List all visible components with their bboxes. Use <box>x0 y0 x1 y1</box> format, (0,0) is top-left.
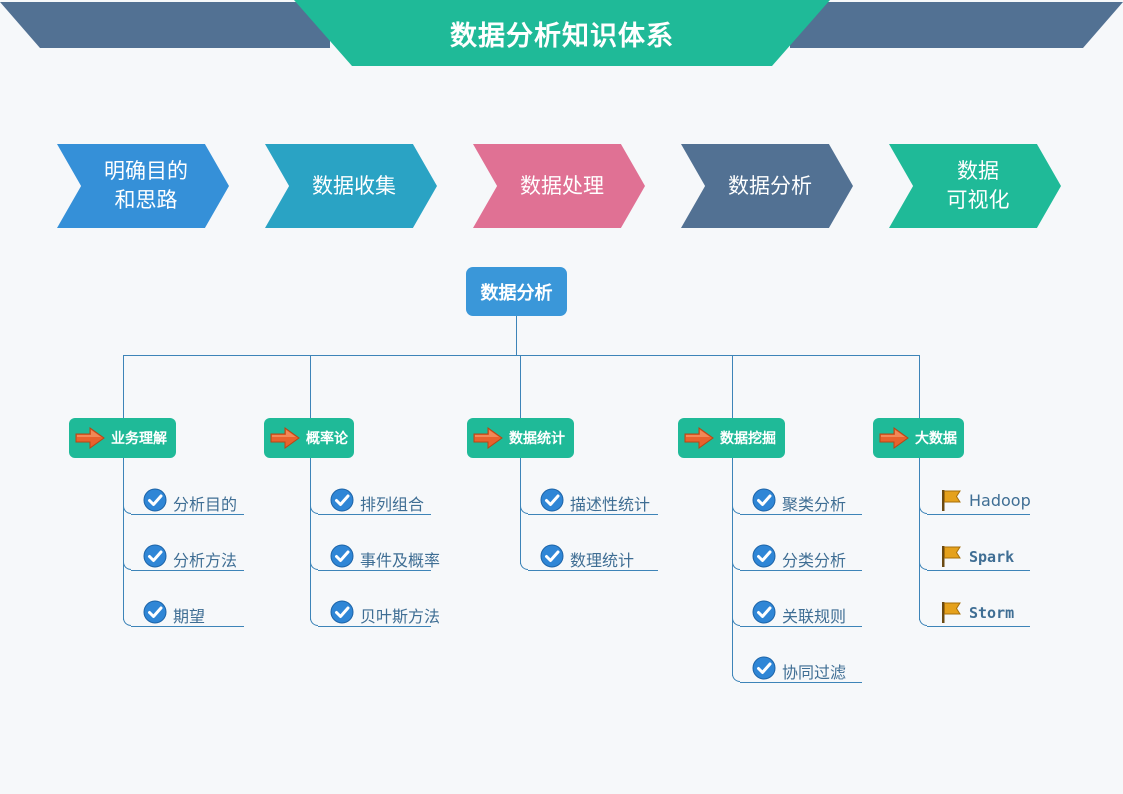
leaf-node: Spark <box>919 543 1030 571</box>
leaf-label: 期望 <box>173 607 206 626</box>
leaf-underline <box>927 570 1030 571</box>
process-step-label: 明确目的 和思路 <box>104 159 188 212</box>
leaf-label: Storm <box>969 604 1015 622</box>
arrow-right-icon <box>473 427 503 449</box>
leaf-connector <box>732 487 740 514</box>
leaf-label: 数理统计 <box>570 551 635 570</box>
leaf-node: 描述性统计 <box>520 487 658 515</box>
check-circle-icon <box>143 488 167 512</box>
process-step-label: 数据 可视化 <box>946 159 1010 212</box>
header-band-left <box>0 2 330 48</box>
check-circle-icon <box>540 544 564 568</box>
leaf-connector <box>310 599 318 626</box>
branch-trunk <box>732 355 733 676</box>
page-title: 数据分析知识体系 <box>294 0 830 66</box>
branch-label: 数据统计 <box>509 431 565 447</box>
process-step-1: 明确目的 和思路 <box>57 144 229 228</box>
leaf-connector <box>919 487 927 514</box>
branch-label: 大数据 <box>915 431 957 447</box>
check-circle-icon <box>752 600 776 624</box>
flag-icon <box>942 602 961 623</box>
leaf-label: 排列组合 <box>360 495 425 514</box>
check-circle-icon <box>752 544 776 568</box>
leaf-connector <box>520 487 528 514</box>
root-node: 数据分析 <box>466 267 567 316</box>
leaf-connector <box>919 599 927 626</box>
branch-node: 数据挖掘 <box>678 418 785 458</box>
flag-icon <box>942 490 961 511</box>
leaf-node: 事件及概率 <box>310 543 440 571</box>
root-connector <box>516 316 517 355</box>
arrow-right-icon <box>879 427 909 449</box>
arrow-right-icon <box>684 427 714 449</box>
process-step-label: 数据处理 <box>520 173 604 198</box>
check-circle-icon <box>330 544 354 568</box>
leaf-connector <box>919 543 927 570</box>
leaf-connector <box>520 543 528 570</box>
branch-node: 概率论 <box>264 418 354 458</box>
leaf-label: 描述性统计 <box>570 495 651 514</box>
leaf-connector <box>310 487 318 514</box>
leaf-label: 贝叶斯方法 <box>360 607 441 626</box>
process-step-label: 数据收集 <box>312 173 396 198</box>
leaf-node: Hadoop <box>919 487 1031 515</box>
leaf-node: 聚类分析 <box>732 487 862 515</box>
diagram-canvas: 数据分析知识体系 明确目的 和思路 数据收集 数据处理 数据分析 数据 可视化 数据分析… <box>0 0 1123 794</box>
branch-label: 业务理解 <box>111 431 167 447</box>
arrow-right-icon <box>270 427 300 449</box>
process-step-5: 数据 可视化 <box>889 144 1061 228</box>
leaf-label: Hadoop <box>969 491 1031 510</box>
leaf-connector <box>310 543 318 570</box>
leaf-node: 分析目的 <box>123 487 244 515</box>
leaf-node: 排列组合 <box>310 487 431 515</box>
branch-label: 概率论 <box>306 431 348 447</box>
leaf-connector <box>123 599 131 626</box>
process-step-label: 数据分析 <box>728 173 812 198</box>
leaf-node: 协同过滤 <box>732 655 862 683</box>
check-circle-icon <box>752 656 776 680</box>
leaf-node: Storm <box>919 599 1030 627</box>
arrow-right-icon <box>75 427 105 449</box>
leaf-label: 分析目的 <box>173 495 238 514</box>
branch-node: 数据统计 <box>467 418 574 458</box>
leaf-connector <box>732 599 740 626</box>
process-step-3: 数据处理 <box>473 144 645 228</box>
branch-node: 业务理解 <box>69 418 176 458</box>
flag-icon <box>942 546 961 567</box>
check-circle-icon <box>752 488 776 512</box>
leaf-node: 期望 <box>123 599 244 627</box>
branch-trunk <box>520 355 521 564</box>
leaf-node: 分类分析 <box>732 543 862 571</box>
header-band-right <box>790 2 1123 48</box>
leaf-node: 数理统计 <box>520 543 658 571</box>
branch-node: 大数据 <box>873 418 964 458</box>
leaf-node: 关联规则 <box>732 599 862 627</box>
check-circle-icon <box>143 600 167 624</box>
leaf-connector <box>732 543 740 570</box>
leaf-connector <box>123 487 131 514</box>
branch-label: 数据挖掘 <box>720 431 776 447</box>
process-step-4: 数据分析 <box>681 144 853 228</box>
leaf-underline <box>927 514 1030 515</box>
check-circle-icon <box>330 600 354 624</box>
leaf-node: 贝叶斯方法 <box>310 599 440 627</box>
leaf-label: 分析方法 <box>173 551 238 570</box>
check-circle-icon <box>330 488 354 512</box>
leaf-label: 事件及概率 <box>360 551 441 570</box>
leaf-label: 分类分析 <box>782 551 847 570</box>
leaf-connector <box>732 655 740 682</box>
check-circle-icon <box>143 544 167 568</box>
leaf-label: 协同过滤 <box>782 663 847 682</box>
process-step-2: 数据收集 <box>265 144 437 228</box>
leaf-label: 聚类分析 <box>782 495 847 514</box>
leaf-label: Spark <box>969 548 1015 566</box>
leaf-node: 分析方法 <box>123 543 244 571</box>
check-circle-icon <box>540 488 564 512</box>
leaf-connector <box>123 543 131 570</box>
leaf-underline <box>927 626 1030 627</box>
leaf-label: 关联规则 <box>782 607 847 626</box>
branch-bus <box>123 355 920 356</box>
